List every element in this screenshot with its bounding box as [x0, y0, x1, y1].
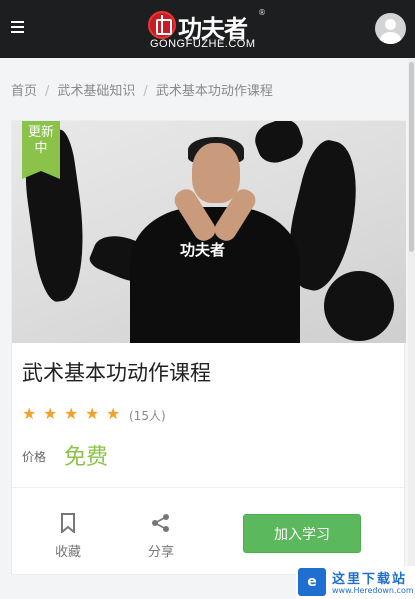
bookmark-icon — [61, 513, 75, 533]
course-title: 武术基本功动作课程 — [22, 361, 211, 385]
bookmark-label: 收藏 — [54, 545, 81, 560]
course-cover-image[interactable]: 功夫者 更新中 — [12, 121, 406, 343]
scrollbar[interactable] — [408, 58, 415, 599]
logo-domain: GONGFUZHE.COM — [150, 38, 256, 50]
star-icon: ★ — [85, 404, 100, 423]
rating-count: (15人) — [129, 409, 166, 423]
bookmark-button[interactable]: 收藏 — [38, 513, 98, 560]
shirt-logo-text: 功夫者 — [180, 241, 226, 259]
price-value: 免费 — [64, 445, 109, 470]
site-logo[interactable]: 功夫者 ® GONGFUZHE.COM — [140, 8, 280, 52]
join-course-button[interactable]: 加入学习 — [243, 514, 361, 553]
share-button[interactable]: 分享 — [131, 513, 191, 560]
star-icon: ★ — [64, 404, 79, 423]
breadcrumb-home[interactable]: 首页 — [11, 84, 37, 99]
divider — [12, 487, 404, 488]
avatar-icon[interactable] — [375, 13, 406, 44]
star-icon: ★ — [106, 404, 121, 423]
star-icon: ★ — [43, 404, 58, 423]
price-label: 价格 — [22, 450, 47, 464]
breadcrumb-current: 武术基本功动作课程 — [155, 84, 273, 99]
menu-icon[interactable] — [11, 21, 25, 35]
share-label: 分享 — [147, 545, 174, 560]
watermark-name: 这里下载站 — [332, 572, 408, 587]
breadcrumb: 首页 / 武术基础知识 / 武术基本功动作课程 — [11, 80, 273, 99]
star-icon: ★ — [22, 404, 37, 423]
top-bar: 功夫者 ® GONGFUZHE.COM — [0, 0, 415, 58]
registered-mark: ® — [258, 8, 266, 17]
watermark-badge: e 这里下载站 www.Heredown.com — [296, 566, 415, 599]
breadcrumb-category[interactable]: 武术基础知识 — [57, 84, 135, 99]
watermark-logo-icon: e — [298, 568, 326, 596]
share-icon — [152, 514, 169, 532]
watermark-url: www.Heredown.com — [332, 586, 414, 595]
breadcrumb-separator: / — [143, 84, 148, 99]
status-badge: 更新中 — [22, 121, 60, 179]
breadcrumb-separator: / — [45, 84, 50, 99]
course-card: 功夫者 更新中 武术基本功动作课程 ★ ★ ★ ★ ★ (15人) 价格 免费 … — [11, 120, 406, 575]
scrollbar-thumb[interactable] — [409, 62, 414, 252]
logo-seal-icon — [148, 11, 176, 39]
